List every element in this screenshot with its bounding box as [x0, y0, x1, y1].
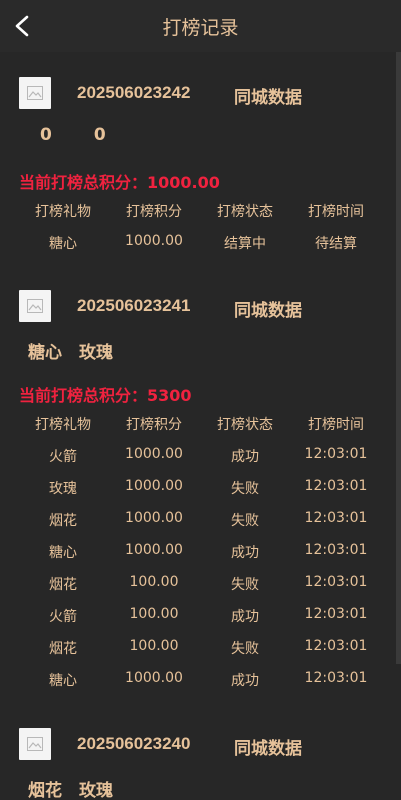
cell-gift: 烟花 — [49, 577, 77, 593]
column-header: 打榜积分 — [126, 204, 182, 220]
cell-gift: 糖心 — [49, 545, 77, 561]
column-header: 打榜状态 — [217, 417, 273, 433]
cell-status: 成功 — [231, 545, 259, 561]
gift-thumbnail — [19, 77, 51, 109]
cell-time: 12:03:01 — [304, 478, 368, 494]
cell-time: 12:03:01 — [304, 638, 368, 654]
cell-gift: 糖心 — [49, 673, 77, 689]
table-row: 烟花 100.00 失败 12:03:01 — [18, 574, 382, 596]
table-row: 玫瑰 1000.00 失败 12:03:01 — [18, 478, 382, 500]
gift-summary-item: 玫瑰 — [79, 343, 113, 363]
cell-score: 1000.00 — [125, 670, 183, 686]
cell-score: 100.00 — [129, 574, 179, 590]
total-score: 当前打榜总积分：1000.00 — [19, 173, 220, 192]
cell-status: 失败 — [231, 577, 259, 593]
cell-score: 1000.00 — [125, 446, 183, 462]
table-row: 烟花 1000.00 失败 12:03:01 — [18, 510, 382, 532]
record-tag: 同城数据 — [234, 739, 302, 759]
cell-score: 1000.00 — [125, 510, 183, 526]
cell-gift: 火箭 — [49, 449, 77, 465]
gift-summary: 烟花 玫瑰 — [28, 776, 130, 800]
cell-time: 12:03:01 — [304, 606, 368, 622]
order-number: 202506023242 — [77, 83, 191, 102]
column-header: 打榜时间 — [308, 417, 364, 433]
cell-gift: 糖心 — [49, 236, 77, 252]
image-placeholder-icon — [27, 737, 43, 751]
page: 打榜记录 202506023242 同城数据 00 当前打榜总积分：1000.0… — [0, 0, 401, 800]
gift-summary: 糖心 玫瑰 — [28, 338, 130, 363]
cell-score: 100.00 — [129, 606, 179, 622]
table-header: 打榜礼物 打榜积分 打榜状态 打榜时间 — [18, 201, 382, 223]
cell-score: 100.00 — [129, 638, 179, 654]
image-placeholder-icon — [27, 86, 43, 100]
column-header: 打榜状态 — [217, 204, 273, 220]
cell-time: 12:03:01 — [304, 446, 368, 462]
cell-status: 失败 — [231, 481, 259, 497]
order-number: 202506023240 — [77, 734, 191, 753]
cell-time: 12:03:01 — [304, 542, 368, 558]
cell-gift: 玫瑰 — [49, 481, 77, 497]
cell-time: 12:03:01 — [304, 670, 368, 686]
cell-time: 12:03:01 — [304, 574, 368, 590]
order-number: 202506023241 — [77, 296, 191, 315]
column-header: 打榜时间 — [308, 204, 364, 220]
gift-summary: 00 — [40, 125, 123, 145]
table-row: 糖心 1000.00 结算中 待结算 — [18, 233, 382, 255]
table-row: 火箭 100.00 成功 12:03:01 — [18, 606, 382, 628]
image-placeholder-icon — [27, 299, 43, 313]
cell-status: 失败 — [231, 513, 259, 529]
gift-summary-item: 0 — [40, 125, 52, 145]
table-row: 烟花 100.00 失败 12:03:01 — [18, 638, 382, 660]
table-row: 糖心 1000.00 成功 12:03:01 — [18, 542, 382, 564]
cell-time: 待结算 — [315, 236, 357, 252]
top-bar: 打榜记录 — [0, 0, 401, 52]
cell-gift: 火箭 — [49, 609, 77, 625]
cell-score: 1000.00 — [125, 478, 183, 494]
cell-gift: 烟花 — [49, 641, 77, 657]
cell-gift: 烟花 — [49, 513, 77, 529]
record-tag: 同城数据 — [234, 88, 302, 108]
column-header: 打榜礼物 — [35, 204, 91, 220]
cell-status: 失败 — [231, 641, 259, 657]
cell-score: 1000.00 — [125, 233, 183, 249]
page-title: 打榜记录 — [162, 17, 239, 39]
scrollbar[interactable] — [396, 52, 401, 664]
cell-time: 12:03:01 — [304, 510, 368, 526]
table-row: 糖心 1000.00 成功 12:03:01 — [18, 670, 382, 692]
table-header: 打榜礼物 打榜积分 打榜状态 打榜时间 — [18, 414, 382, 436]
cell-status: 成功 — [231, 609, 259, 625]
total-score: 当前打榜总积分：5300 — [19, 386, 192, 405]
column-header: 打榜礼物 — [35, 417, 91, 433]
cell-score: 1000.00 — [125, 542, 183, 558]
record-tag: 同城数据 — [234, 301, 302, 321]
cell-status: 结算中 — [224, 236, 266, 252]
cell-status: 成功 — [231, 449, 259, 465]
table-row: 火箭 1000.00 成功 12:03:01 — [18, 446, 382, 468]
column-header: 打榜积分 — [126, 417, 182, 433]
gift-summary-item: 0 — [93, 125, 106, 145]
gift-thumbnail — [19, 728, 51, 760]
gift-summary-item: 糖心 — [28, 343, 62, 363]
gift-summary-item: 烟花 — [28, 781, 62, 800]
gift-thumbnail — [19, 290, 51, 322]
cell-status: 成功 — [231, 673, 259, 689]
gift-summary-item: 玫瑰 — [79, 781, 113, 800]
